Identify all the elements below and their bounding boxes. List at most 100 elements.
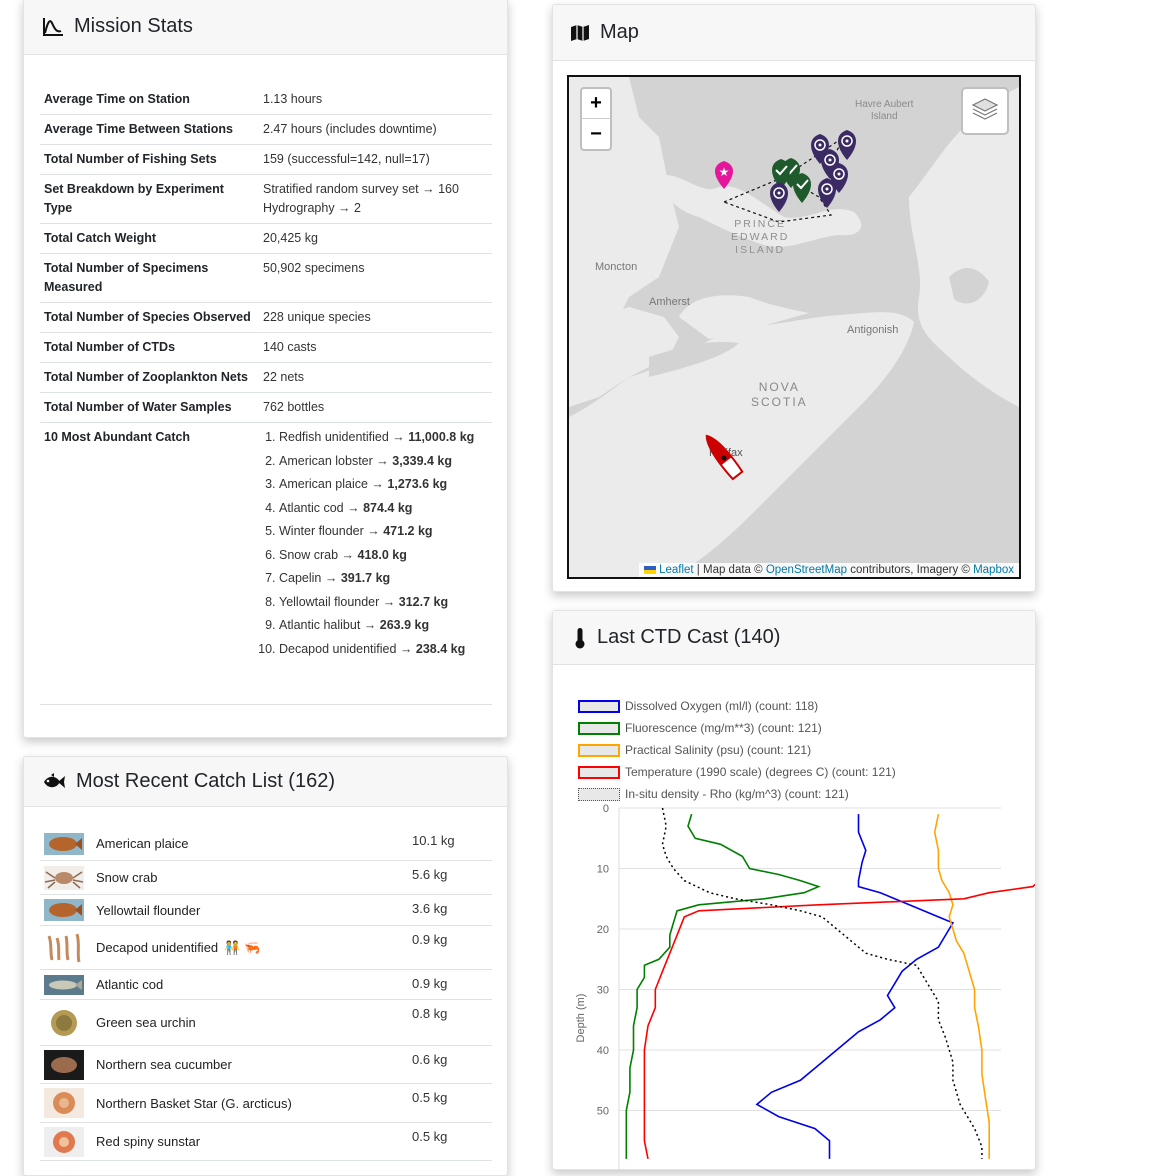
map-header: Map — [553, 5, 1035, 61]
stats-value-line: 20,425 kg — [263, 231, 318, 245]
ctd-chart: 0 10 20 30 40 50 Depth (m) — [575, 803, 1035, 1169]
start-marker[interactable]: ★ — [715, 161, 733, 189]
species-name: Yellowtail flounder — [279, 594, 380, 609]
fish-icon — [42, 772, 66, 791]
arrow: → — [396, 641, 416, 656]
legend-label: Fluorescence (mg/m**3) (count: 121) — [625, 721, 822, 735]
catch-list-card: Most Recent Catch List (162) American pl… — [23, 756, 508, 1176]
stats-row: Set Breakdown by Experiment Type Stratifi… — [40, 174, 492, 224]
catch-species-name: Northern Basket Star (G. arcticus) — [96, 1095, 292, 1111]
legend-item[interactable]: Dissolved Oxygen (ml/l) (count: 118) — [578, 695, 896, 717]
chart-line-icon — [42, 17, 64, 37]
catch-row[interactable]: Red spiny sunstar 0.5 kg — [40, 1123, 492, 1161]
mapbox-link[interactable]: Mapbox — [973, 564, 1014, 576]
station-marker[interactable] — [818, 178, 836, 208]
arrow: → — [379, 594, 399, 609]
catch-species-cell: Northern Basket Star (G. arcticus) — [96, 1084, 412, 1122]
y-tick-label: 40 — [597, 1045, 609, 1057]
basketstar-photo — [44, 1084, 84, 1122]
catch-row[interactable]: Decapod unidentified 🧑‍🤝‍🧑 🦐 0.9 kg — [40, 926, 492, 970]
divider — [40, 704, 492, 705]
legend-item[interactable]: Practical Salinity (psu) (count: 121) — [578, 739, 896, 761]
abundant-catch-item: Snow crab → 418.0 kg — [279, 546, 488, 565]
y-tick-label: 10 — [597, 864, 609, 876]
stats-label: Total Number of Species Observed — [40, 302, 259, 333]
abundant-catch-list: Redfish unidentified → 11,000.8 kg Americ… — [263, 428, 488, 659]
arrow: → — [363, 524, 384, 538]
abundant-catch-item: Atlantic halibut → 263.9 kg — [279, 616, 488, 635]
stats-value: 2.47 hours (includes downtime) — [259, 114, 492, 145]
zoom-out-button[interactable]: − — [582, 119, 610, 149]
species-name: Snow crab — [279, 547, 339, 562]
abundant-catch-item: Atlantic cod → 874.4 kg — [279, 499, 488, 518]
species-name: American lobster — [279, 453, 373, 468]
catch-weight: 0.5 kg — [412, 1090, 448, 1105]
species-name: Winter flounder — [279, 524, 364, 538]
legend-label: Practical Salinity (psu) (count: 121) — [625, 743, 812, 757]
sunstar-photo — [44, 1123, 84, 1160]
catch-row[interactable]: Northern sea cucumber 0.6 kg — [40, 1046, 492, 1084]
stats-label: Total Catch Weight — [40, 223, 259, 254]
station-marker[interactable] — [838, 130, 856, 160]
catch-weight: 10.1 kg — [412, 833, 455, 848]
stats-value: 20,425 kg — [259, 223, 492, 254]
urchin-photo — [44, 1000, 84, 1045]
leaflet-link[interactable]: Leaflet — [659, 564, 694, 576]
stats-label: Total Number of CTDs — [40, 332, 259, 363]
catch-row[interactable]: Northern Basket Star (G. arcticus) 0.5 kg — [40, 1084, 492, 1123]
osm-link[interactable]: OpenStreetMap — [766, 564, 847, 576]
ship-position-dot — [721, 455, 727, 461]
catch-species-name: Atlantic cod — [96, 977, 164, 992]
zoom-in-button[interactable]: + — [582, 89, 610, 119]
map-view[interactable]: Havre Aubert Island PRINCE EDWARD ISLAND… — [567, 75, 1021, 579]
stats-value-line: Hydrography → 2 — [263, 201, 361, 215]
catch-row[interactable]: Snow crab 5.6 kg — [40, 861, 492, 895]
stats-label: Total Number of Water Samples — [40, 392, 259, 423]
stats-value: 50,902 specimens — [259, 253, 492, 303]
abundant-catch-item: American lobster → 3,339.4 kg — [279, 452, 488, 471]
species-name: Capelin — [279, 571, 322, 585]
layers-button[interactable] — [961, 87, 1009, 135]
species-weight: 238.4 kg — [415, 641, 466, 656]
catch-row[interactable]: Atlantic cod 0.9 kg — [40, 970, 492, 1000]
stats-row: Average Time Between Stations 2.47 hours … — [40, 114, 492, 145]
catch-list-title: Most Recent Catch List (162) — [76, 770, 335, 792]
stats-value: 159 (successful=142, null=17) — [259, 144, 492, 175]
ctd-title: Last CTD Cast (140) — [597, 626, 781, 648]
stats-value: 762 bottles — [259, 392, 492, 423]
thermometer-icon — [573, 627, 587, 649]
stats-value-line: Stratified random survey set → 160 — [263, 182, 459, 196]
stats-label: Total Number of Specimens Measured — [40, 253, 259, 303]
stats-row: Total Number of Water Samples 762 bottles — [40, 392, 492, 423]
ukraine-flag-icon — [643, 565, 656, 574]
catch-row[interactable]: Yellowtail flounder 3.6 kg — [40, 895, 492, 926]
catch-row[interactable]: American plaice 10.1 kg — [40, 827, 492, 861]
catch-row[interactable]: Green sea urchin 0.8 kg — [40, 1000, 492, 1046]
y-tick-label: 30 — [597, 985, 609, 997]
legend-swatch — [578, 699, 620, 713]
stats-row: Total Number of Zooplankton Nets 22 nets — [40, 362, 492, 393]
ctd-header: Last CTD Cast (140) — [553, 611, 1035, 665]
species-weight: 263.9 kg — [379, 618, 430, 632]
station-marker[interactable] — [770, 182, 788, 212]
stats-row: Total Number of CTDs 140 casts — [40, 332, 492, 363]
stats-value-line: 22 nets — [263, 370, 305, 384]
catch-weight: 3.6 kg — [412, 901, 448, 916]
catch-weight: 0.9 kg — [412, 976, 448, 991]
species-weight: 471.2 kg — [383, 524, 433, 538]
attribution-text-1: | Map data © — [693, 564, 766, 576]
set-marker[interactable] — [793, 173, 811, 203]
ship-marker[interactable] — [702, 432, 744, 481]
catch-species-name: American plaice — [96, 836, 189, 851]
cod-photo — [44, 970, 84, 999]
catch-weight: 0.9 kg — [412, 932, 448, 947]
mission-stats-card: Mission Stats Average Time on Station 1.1… — [23, 0, 508, 738]
legend-item[interactable]: Temperature (1990 scale) (degrees C) (co… — [578, 761, 896, 783]
stats-label: Total Number of Fishing Sets — [40, 144, 259, 175]
catch-species-cell: Red spiny sunstar — [96, 1123, 412, 1160]
map-attribution: Leaflet | Map data © OpenStreetMap contr… — [638, 563, 1019, 577]
legend-label: Temperature (1990 scale) (degrees C) (co… — [625, 765, 896, 779]
legend-item[interactable]: Fluorescence (mg/m**3) (count: 121) — [578, 717, 896, 739]
stats-value: Stratified random survey set → 160 Hydrog… — [259, 174, 492, 224]
arrow: → — [360, 618, 380, 632]
